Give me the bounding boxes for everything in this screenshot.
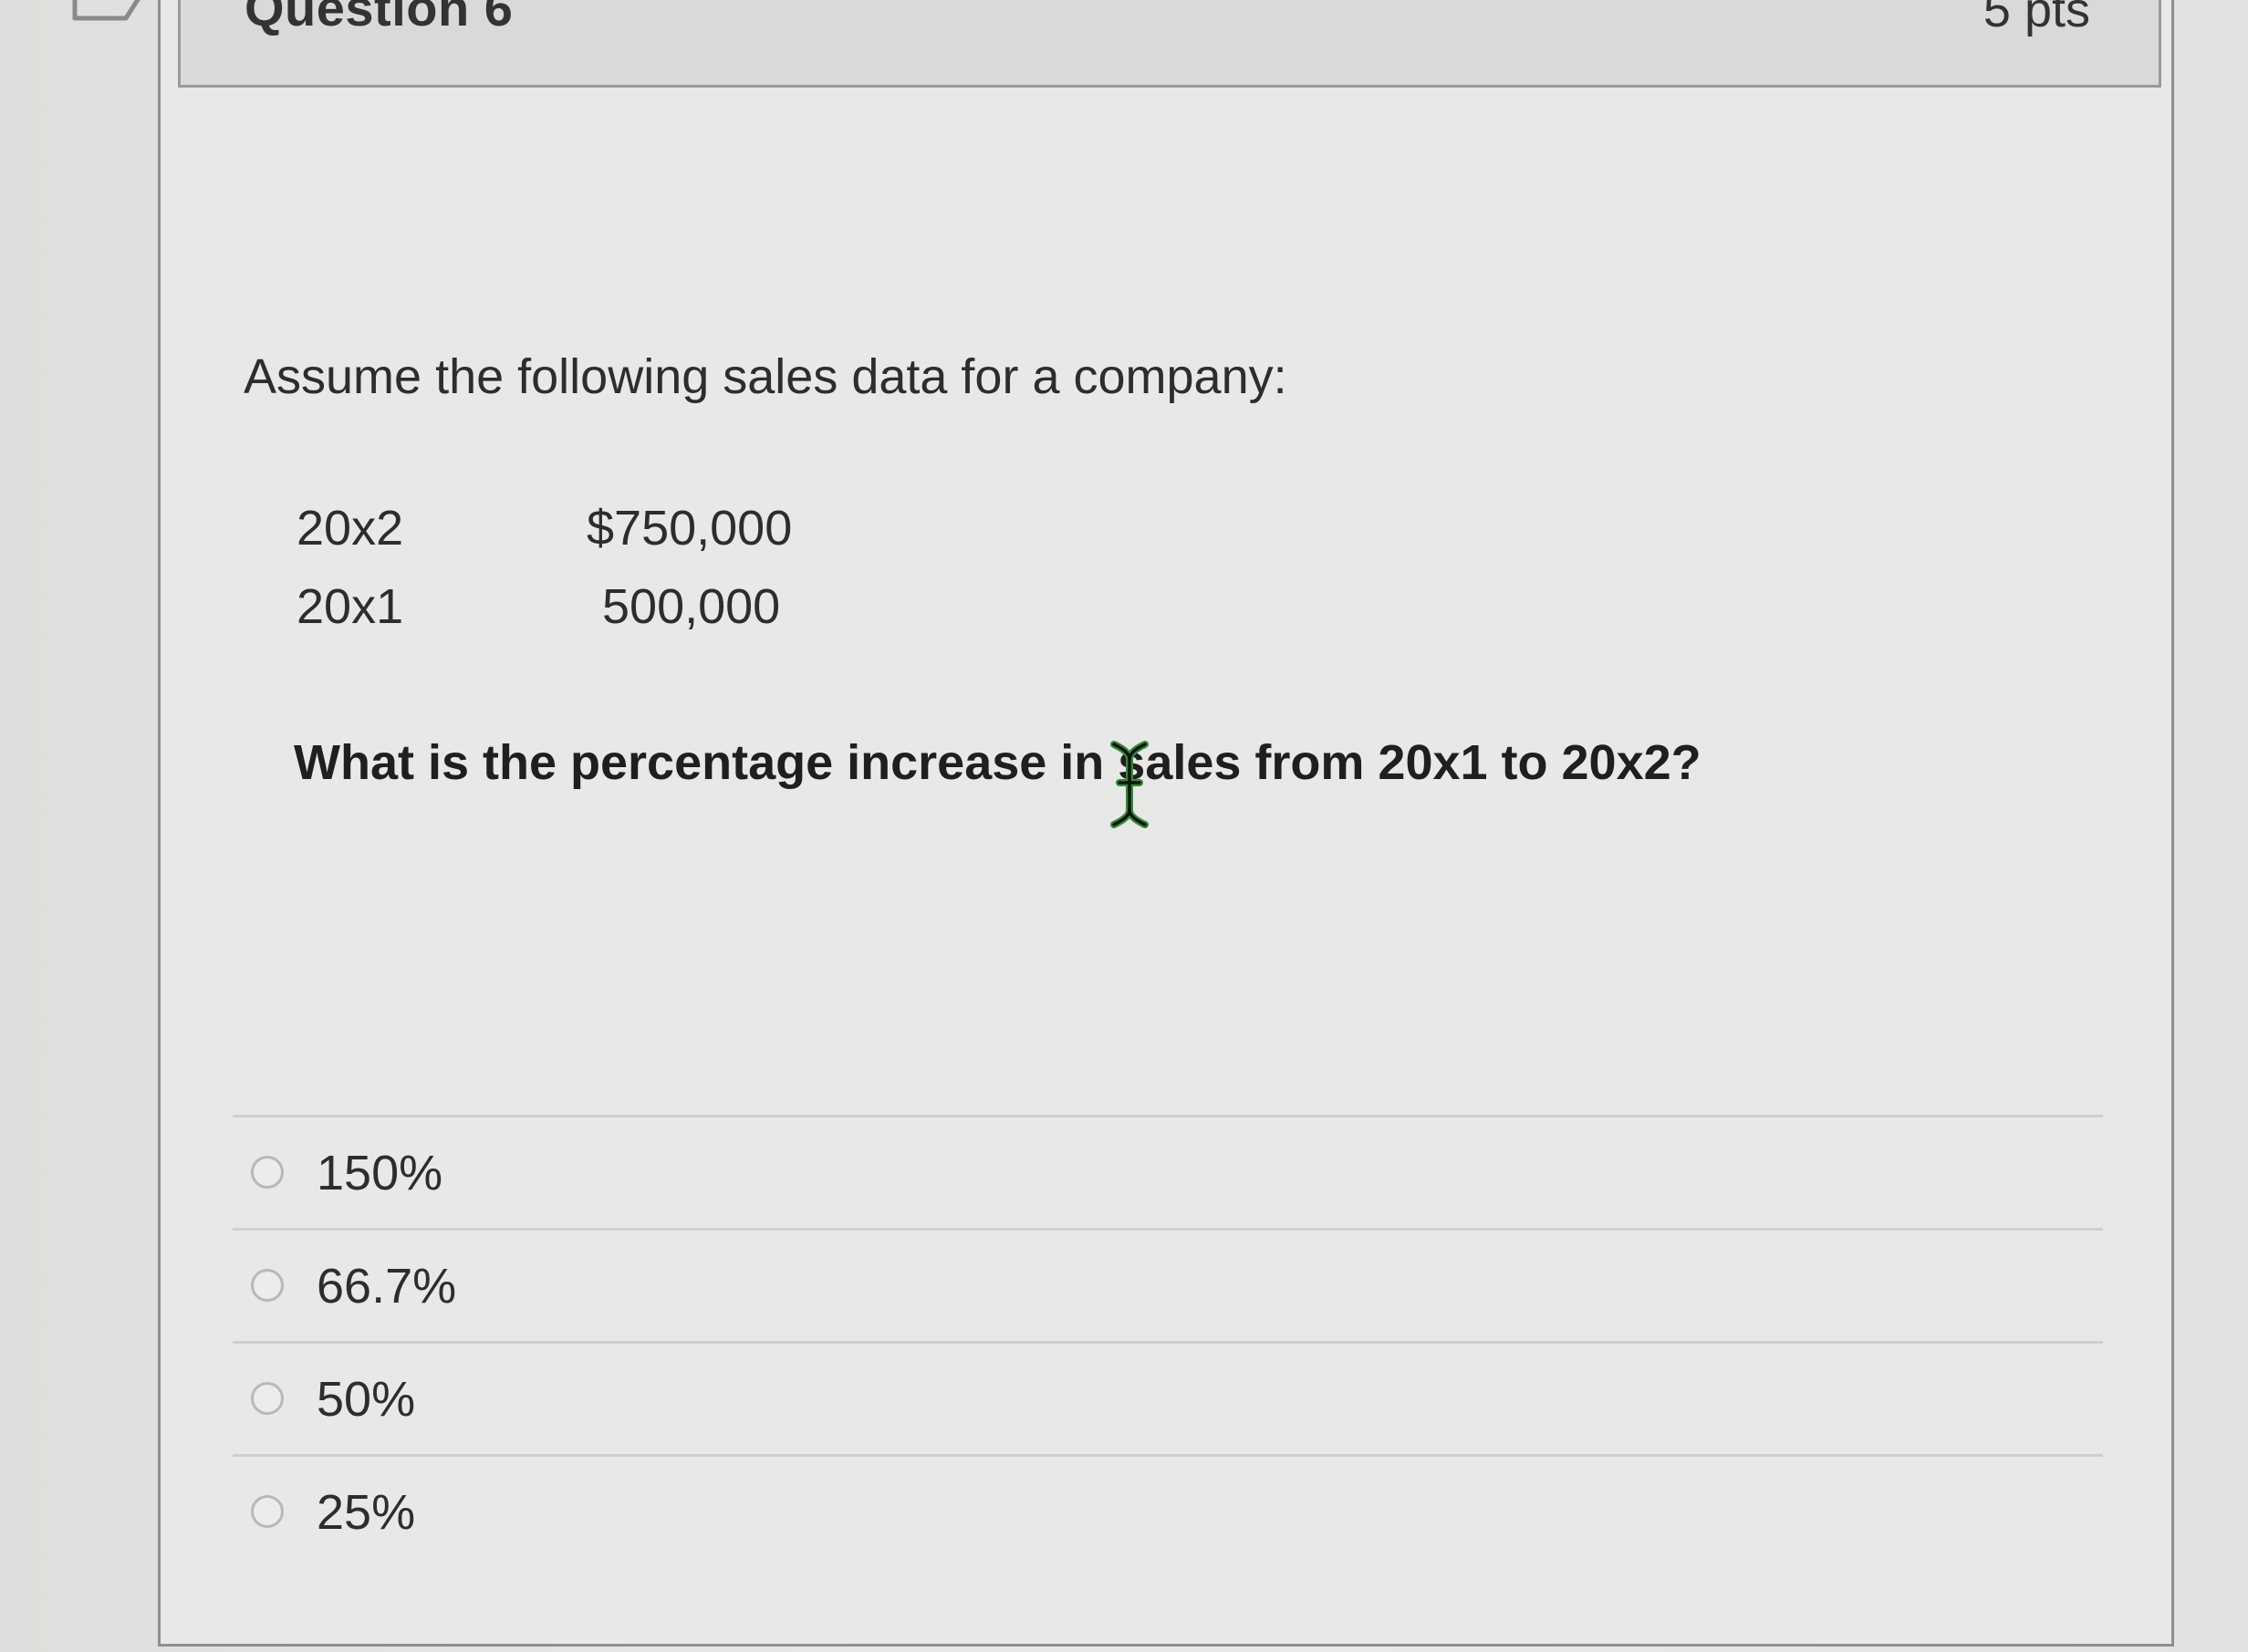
flag-icon[interactable] bbox=[71, 0, 142, 27]
answer-label: 25% bbox=[317, 1485, 416, 1540]
text-cursor-icon bbox=[1110, 741, 1149, 828]
radio-button-icon[interactable] bbox=[251, 1269, 284, 1302]
answer-label: 66.7% bbox=[317, 1259, 457, 1314]
sales-amount: 500,000 bbox=[602, 579, 781, 634]
question-intro: Assume the following sales data for a co… bbox=[244, 349, 1287, 404]
answer-option[interactable]: 150% bbox=[233, 1117, 2103, 1231]
radio-button-icon[interactable] bbox=[251, 1382, 284, 1415]
question-title: Question 6 bbox=[245, 0, 514, 36]
question-header: Question 6 5 pts bbox=[178, 0, 2161, 88]
sales-year: 20x1 bbox=[297, 579, 404, 634]
answer-options: 150% 66.7% 50% 25% bbox=[233, 1115, 2103, 1570]
sales-amount: $750,000 bbox=[587, 501, 793, 556]
radio-button-icon[interactable] bbox=[251, 1156, 284, 1189]
question-prompt: What is the percentage increase in sales… bbox=[294, 735, 1702, 790]
answer-label: 50% bbox=[317, 1372, 416, 1427]
radio-button-icon[interactable] bbox=[251, 1495, 284, 1528]
answer-option[interactable]: 50% bbox=[233, 1344, 2103, 1457]
question-points: 5 pts bbox=[1983, 0, 2090, 37]
answer-option[interactable]: 66.7% bbox=[233, 1231, 2103, 1344]
answer-option[interactable]: 25% bbox=[233, 1457, 2103, 1570]
answer-label: 150% bbox=[317, 1146, 443, 1200]
quiz-page: Question 6 5 pts Assume the following sa… bbox=[0, 0, 2248, 1652]
sales-year: 20x2 bbox=[297, 501, 404, 556]
